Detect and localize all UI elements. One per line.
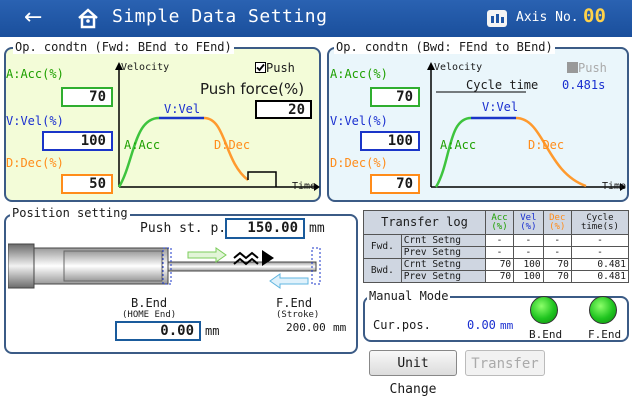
bwd-dec-label: D:Dec(%) [330, 156, 388, 170]
cell-vel: 100 [513, 270, 544, 283]
transfer-log-title: Transfer log [363, 210, 486, 235]
cell-vel: 100 [513, 258, 544, 271]
title-bar: ← Simple Data Setting Axis No. 00 [0, 0, 632, 37]
fend-value: 200.00 [286, 321, 326, 334]
back-arrow-icon[interactable]: ← [24, 5, 52, 31]
bwd-graph-vel-label: V:Vel [482, 100, 519, 114]
fend-move-label: F.End [588, 328, 622, 341]
actuator-diagram [8, 243, 321, 289]
fend-unit: mm [333, 321, 347, 334]
header-vel: Vel (%) [513, 210, 544, 235]
fwd-graph-vel-label: V:Vel [164, 102, 201, 116]
fwd-row-label: Fwd. [363, 234, 402, 259]
cycle-time-value: 0.481s [562, 78, 606, 92]
bwd-acc-input[interactable]: 70 [370, 87, 420, 107]
bend-label: B.End [131, 296, 168, 310]
cell-dec: - [542, 246, 572, 259]
row-name: Prev Setng [400, 246, 486, 259]
cell-cycle: - [570, 234, 630, 247]
cell-acc: - [484, 234, 515, 247]
fend-move-button[interactable] [589, 296, 617, 324]
bwd-acc-label: A:Acc(%) [330, 67, 388, 81]
bwd-push-checkbox[interactable] [567, 62, 578, 73]
axis-card-icon [487, 10, 507, 27]
fwd-graph-velocity-label: Velocity [121, 62, 170, 73]
current-position-value: 0.00 [467, 318, 496, 332]
fwd-graph-acc-label: A:Acc [124, 138, 161, 152]
push-start-label: Push st. p. [140, 221, 227, 236]
cell-dec: 70 [542, 258, 572, 271]
push-force-input[interactable]: 20 [255, 100, 312, 119]
fwd-graph-dec-label: D:Dec [214, 138, 251, 152]
fwd-push-label: Push [266, 61, 295, 75]
bwd-dec-input[interactable]: 70 [370, 174, 420, 194]
cell-acc: 70 [484, 270, 515, 283]
unit-change-button[interactable]: Unit Change [369, 350, 457, 397]
bwd-vel-label: V:Vel(%) [330, 114, 388, 128]
bwd-row-label: Bwd. [363, 258, 402, 283]
manual-mode-title: Manual Mode [367, 289, 451, 303]
push-start-unit: mm [309, 221, 325, 236]
table-row: Prev Setng 70 100 70 0.481 [364, 270, 630, 283]
row-name: Crnt Setng [400, 234, 486, 247]
bwd-vel-input[interactable]: 100 [360, 131, 420, 151]
bwd-graph-time-label: Time [602, 181, 627, 192]
bwd-graph-velocity-label: Velocity [434, 62, 483, 73]
row-name: Crnt Setng [400, 258, 486, 271]
home-icon[interactable] [76, 7, 100, 29]
cell-cycle: 0.481 [570, 270, 630, 283]
cell-dec: 70 [542, 270, 572, 283]
cycle-time-label: Cycle time [466, 78, 539, 92]
axis-number-label: Axis No. [516, 10, 579, 25]
bend-input[interactable]: 0.00 [115, 321, 201, 341]
cell-dec: - [542, 234, 572, 247]
transfer-button[interactable]: Transfer [465, 350, 545, 376]
cell-acc: 70 [484, 258, 515, 271]
table-row: Fwd. Crnt Setng - - - - [363, 234, 630, 259]
bend-sub-label: (HOME End) [122, 310, 177, 320]
fend-sub-label: (Stroke) [276, 310, 320, 320]
fwd-acc-input[interactable]: 70 [61, 87, 113, 107]
fend-label: F.End [276, 296, 313, 310]
cell-acc: - [484, 246, 515, 259]
push-force-label: Push force(%) [200, 80, 305, 98]
cell-vel: - [513, 234, 544, 247]
page-title: Simple Data Setting [112, 6, 328, 27]
fwd-push-checkbox[interactable] [255, 62, 266, 73]
fwd-vel-label: V:Vel(%) [6, 114, 64, 128]
bend-move-button[interactable] [530, 296, 558, 324]
bend-move-label: B.End [529, 328, 563, 341]
cell-cycle: - [570, 246, 630, 259]
current-position-label: Cur.pos. [373, 318, 431, 332]
header-dec: Dec (%) [542, 210, 572, 235]
push-start-input[interactable]: 150.00 [225, 218, 305, 239]
bend-unit: mm [205, 324, 220, 338]
header-acc: Acc (%) [484, 210, 515, 235]
fwd-graph-time-label: Time [292, 181, 317, 192]
header-cycle-time: Cycle time(s) [570, 210, 630, 235]
transfer-log-table: Transfer log Acc (%) Vel (%) Dec (%) Cycle t… [363, 210, 630, 283]
table-row: Bwd. Crnt Setng 70 100 70 0.481 [363, 258, 630, 283]
bwd-condition-title: Op. condtn (Bwd: FEnd to BEnd) [334, 40, 555, 54]
position-setting-title: Position setting [10, 206, 130, 220]
cell-vel: - [513, 246, 544, 259]
fwd-vel-input[interactable]: 100 [42, 131, 113, 151]
bwd-push-label: Push [578, 61, 607, 75]
row-name: Prev Setng [400, 270, 486, 283]
table-row: Prev Setng - - - - [364, 246, 630, 259]
bwd-graph-acc-label: A:Acc [440, 138, 477, 152]
fwd-acc-label: A:Acc(%) [6, 67, 64, 81]
fwd-dec-label: D:Dec(%) [6, 156, 64, 170]
axis-number-value[interactable]: 00 [583, 5, 606, 27]
current-position-unit: mm [500, 319, 514, 332]
cell-cycle: 0.481 [570, 258, 630, 271]
fwd-condition-title: Op. condtn (Fwd: BEnd to FEnd) [13, 40, 234, 54]
fwd-dec-input[interactable]: 50 [61, 174, 113, 194]
bwd-graph-dec-label: D:Dec [528, 138, 565, 152]
